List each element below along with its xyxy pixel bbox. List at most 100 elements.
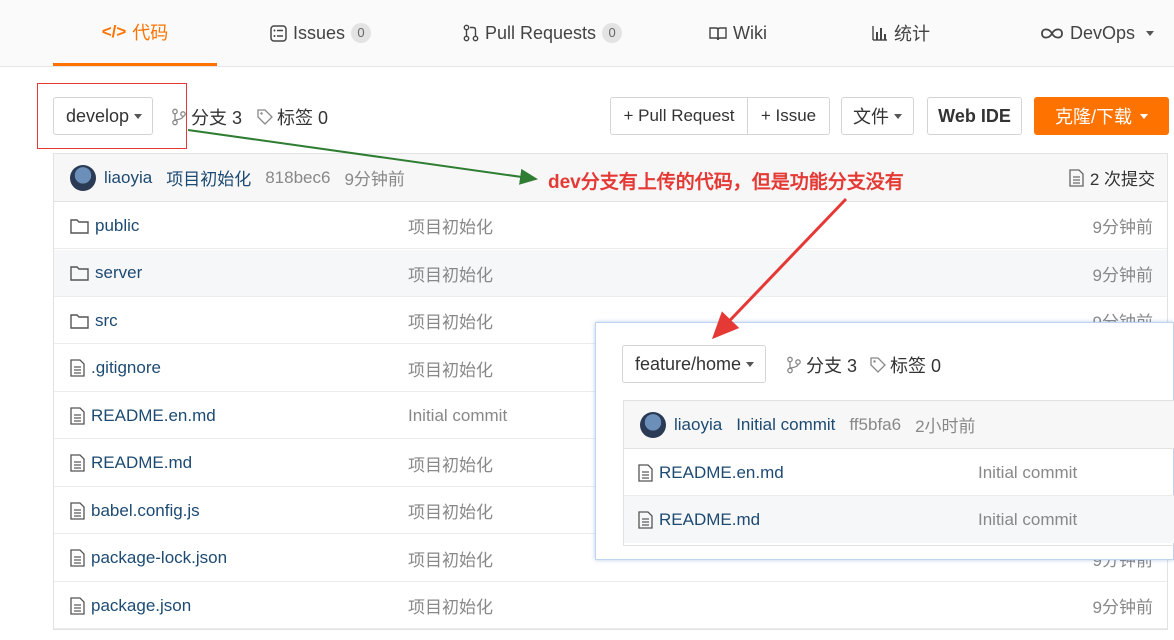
tag-icon bbox=[257, 109, 273, 125]
folder-icon bbox=[70, 218, 89, 234]
overlay-branches-link[interactable]: 分支 3 bbox=[786, 352, 857, 378]
chevron-down-icon bbox=[894, 113, 902, 119]
overlay-file-name[interactable]: README.en.md bbox=[638, 449, 784, 496]
issues-count-badge: 0 bbox=[351, 23, 372, 43]
branches-link[interactable]: 分支 3 bbox=[171, 104, 242, 130]
file-icon bbox=[70, 406, 85, 425]
file-icon bbox=[70, 549, 85, 567]
tags-link[interactable]: 标签 0 bbox=[257, 104, 328, 130]
feature-branch-overlay: feature/home 分支 3 标签 0 liaoyia Initial c… bbox=[595, 322, 1174, 560]
avatar[interactable] bbox=[70, 164, 96, 191]
file-name-text: .gitignore bbox=[91, 358, 161, 377]
overlay-file-list: liaoyia Initial commit ff5bfa6 2小时前 READ… bbox=[623, 400, 1174, 546]
file-row[interactable]: server 项目初始化 9分钟前 bbox=[54, 249, 1167, 297]
file-commit-message[interactable]: 项目初始化 bbox=[408, 487, 493, 534]
overlay-file-commit-message[interactable]: Initial commit bbox=[978, 496, 1077, 543]
overlay-commit-message[interactable]: Initial commit bbox=[736, 415, 835, 435]
file-name-text: README.md bbox=[91, 453, 193, 472]
file-icon bbox=[70, 454, 85, 472]
commits-count: 2 次提交 bbox=[1089, 170, 1155, 189]
web-ide-button[interactable]: Web IDE bbox=[927, 97, 1022, 135]
tab-devops-label: DevOps bbox=[1070, 22, 1136, 43]
tab-code[interactable]: </> 代码 bbox=[53, 0, 217, 66]
file-commit-message[interactable]: 项目初始化 bbox=[408, 440, 493, 487]
new-pull-request-button[interactable]: + Pull Request bbox=[610, 97, 748, 135]
file-name-text: public bbox=[95, 215, 140, 235]
overlay-file-row[interactable]: README.md Initial commit bbox=[624, 496, 1174, 543]
file-name[interactable]: README.md bbox=[70, 440, 192, 487]
new-issue-button[interactable]: + Issue bbox=[747, 97, 830, 135]
file-row[interactable]: package.json 项目初始化 9分钟前 bbox=[54, 582, 1167, 629]
file-commit-message[interactable]: 项目初始化 bbox=[408, 202, 493, 249]
commits-link[interactable]: 2 次提交 bbox=[1069, 165, 1155, 190]
commit-time: 9分钟前 bbox=[344, 170, 405, 189]
file-commit-message[interactable]: 项目初始化 bbox=[408, 345, 493, 392]
document-icon bbox=[1069, 168, 1084, 187]
file-name-text: babel.config.js bbox=[91, 500, 200, 520]
tab-statistics-label: 统计 bbox=[894, 24, 930, 44]
infinity-icon bbox=[1041, 27, 1063, 39]
tab-issues-label: Issues bbox=[293, 22, 346, 43]
file-commit-time: 9分钟前 bbox=[1092, 598, 1153, 617]
repo-tab-bar: </> 代码 Issues 0 Pull Requests 0 Wiki 统计 … bbox=[0, 0, 1174, 67]
file-menu-button[interactable]: 文件 bbox=[841, 97, 914, 135]
file-name[interactable]: .gitignore bbox=[70, 345, 161, 392]
file-name[interactable]: package-lock.json bbox=[70, 535, 227, 582]
file-commit-message[interactable]: Initial commit bbox=[408, 392, 507, 439]
tab-statistics[interactable]: 统计 bbox=[872, 0, 930, 66]
overlay-commit-bar: liaoyia Initial commit ff5bfa6 2小时前 bbox=[624, 401, 1174, 449]
file-icon bbox=[638, 463, 653, 482]
file-name[interactable]: README.en.md bbox=[70, 392, 216, 439]
overlay-commit-time: 2小时前 bbox=[915, 417, 976, 436]
branch-icon bbox=[172, 108, 186, 126]
overlay-commit-author[interactable]: liaoyia bbox=[674, 415, 722, 435]
file-name-text: server bbox=[95, 263, 143, 282]
overlay-file-row[interactable]: README.en.md Initial commit bbox=[624, 449, 1174, 496]
file-icon bbox=[70, 501, 85, 520]
file-row[interactable]: public 项目初始化 9分钟前 bbox=[54, 202, 1167, 249]
overlay-tags-link[interactable]: 标签 0 bbox=[870, 352, 941, 378]
annotation-text: dev分支有上传的代码，但是功能分支没有 bbox=[548, 172, 904, 193]
file-name[interactable]: package.json bbox=[70, 582, 191, 629]
file-commit-message[interactable]: 项目初始化 bbox=[408, 250, 493, 297]
overlay-branch-select[interactable]: feature/home bbox=[622, 345, 766, 383]
tab-wiki[interactable]: Wiki bbox=[709, 0, 767, 66]
commit-author[interactable]: liaoyia bbox=[104, 168, 152, 188]
file-commit-message[interactable]: 项目初始化 bbox=[408, 582, 493, 629]
pull-requests-count-badge: 0 bbox=[602, 23, 623, 43]
file-commit-time: 9分钟前 bbox=[1092, 218, 1153, 237]
overlay-tags-count: 标签 0 bbox=[890, 356, 942, 376]
issues-icon bbox=[270, 24, 287, 42]
branch-select[interactable]: develop bbox=[53, 97, 153, 135]
branches-count: 分支 3 bbox=[191, 108, 243, 128]
file-name[interactable]: server bbox=[70, 250, 142, 297]
overlay-file-name[interactable]: README.md bbox=[638, 496, 760, 543]
web-ide-label: Web IDE bbox=[938, 105, 1011, 126]
file-name[interactable]: babel.config.js bbox=[70, 487, 200, 534]
branch-icon bbox=[787, 356, 801, 374]
clone-download-button[interactable]: 克隆/下载 bbox=[1034, 97, 1169, 135]
chevron-down-icon bbox=[1140, 113, 1148, 119]
file-name[interactable]: public bbox=[70, 202, 139, 249]
overlay-file-name-text: README.en.md bbox=[659, 462, 784, 482]
tab-pull-requests[interactable]: Pull Requests 0 bbox=[463, 0, 623, 66]
file-name[interactable]: src bbox=[70, 297, 118, 344]
tab-pull-requests-label: Pull Requests bbox=[485, 22, 597, 43]
commit-message[interactable]: 项目初始化 bbox=[166, 165, 251, 190]
commit-hash[interactable]: 818bec6 bbox=[265, 168, 330, 188]
book-icon bbox=[709, 26, 727, 40]
tab-devops[interactable]: DevOps bbox=[1040, 0, 1155, 66]
overlay-file-name-text: README.md bbox=[659, 509, 761, 529]
overlay-commit-hash[interactable]: ff5bfa6 bbox=[849, 415, 901, 435]
file-name-text: src bbox=[95, 310, 118, 330]
avatar[interactable] bbox=[640, 411, 666, 438]
code-icon: </> bbox=[101, 21, 127, 41]
tab-issues[interactable]: Issues 0 bbox=[270, 0, 372, 66]
file-commit-message[interactable]: 项目初始化 bbox=[408, 535, 493, 582]
tab-wiki-label: Wiki bbox=[733, 22, 767, 43]
overlay-branches-count: 分支 3 bbox=[806, 356, 858, 376]
folder-icon bbox=[70, 266, 89, 281]
file-commit-message[interactable]: 项目初始化 bbox=[408, 297, 493, 344]
tags-count: 标签 0 bbox=[277, 108, 329, 128]
overlay-file-commit-message[interactable]: Initial commit bbox=[978, 449, 1077, 496]
